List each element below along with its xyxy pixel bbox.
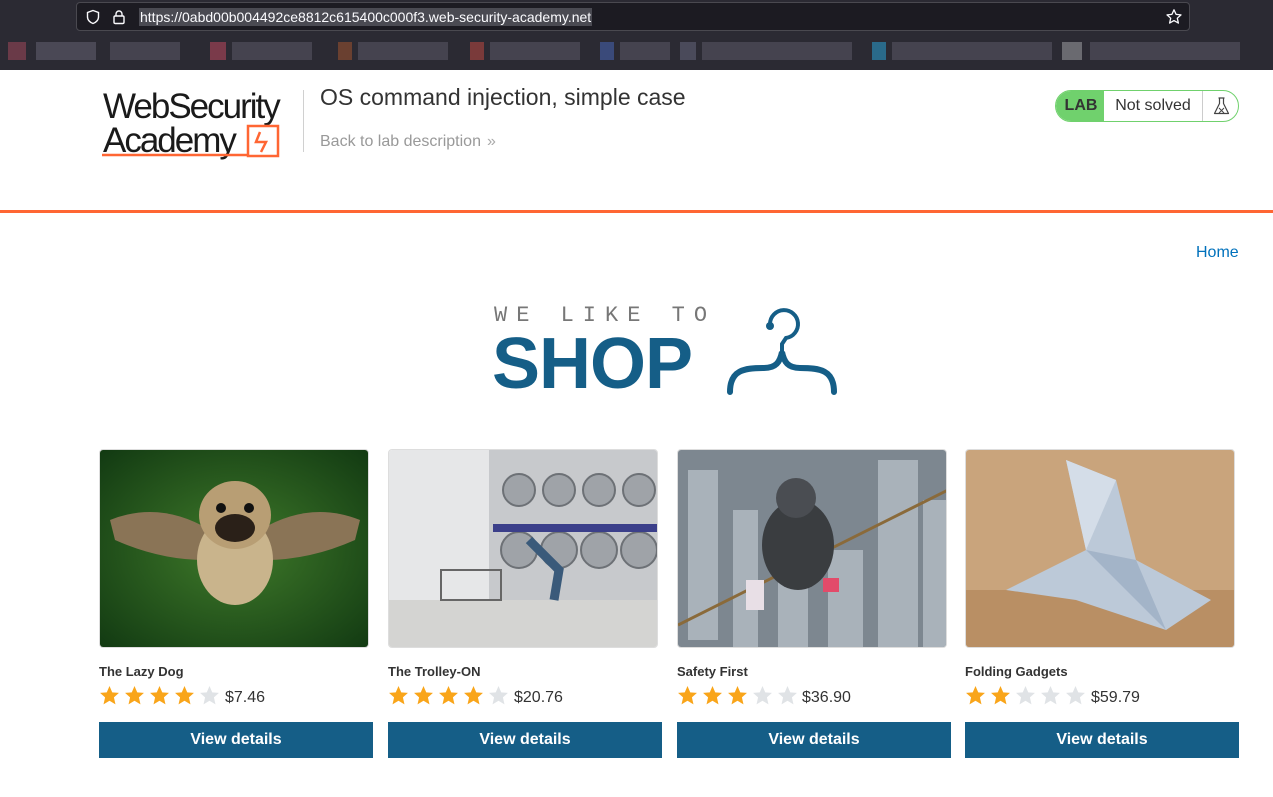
back-to-lab-description-link[interactable]: Back to lab description » xyxy=(320,133,496,151)
blurred-bookmark xyxy=(210,42,226,60)
logo-underline-mark xyxy=(102,124,280,158)
product-image-safety-first xyxy=(677,449,947,648)
blurred-bookmark xyxy=(1062,42,1082,60)
lab-status-text: Not solved xyxy=(1115,97,1191,114)
blurred-bookmark xyxy=(232,42,312,60)
blurred-bookmark xyxy=(8,42,26,60)
product-image-trolley-on xyxy=(388,449,658,648)
star-filled-icon xyxy=(464,686,483,705)
blurred-bookmark xyxy=(36,42,96,60)
star-filled-icon xyxy=(439,686,458,705)
clothes-hanger-icon xyxy=(727,308,837,395)
star-empty-icon xyxy=(753,686,772,705)
product-name: Folding Gadgets xyxy=(965,664,1068,679)
product-name: Safety First xyxy=(677,664,748,679)
lab-badge: LAB xyxy=(1056,91,1104,121)
blurred-bookmark xyxy=(110,42,180,60)
blurred-bookmark xyxy=(1090,42,1240,60)
lock-icon[interactable] xyxy=(111,9,127,25)
star-filled-icon xyxy=(389,686,408,705)
browser-chrome: https://0abd00b004492ce8812c615400c000f3… xyxy=(0,0,1273,70)
product-price: $20.76 xyxy=(514,689,563,706)
star-empty-icon xyxy=(778,686,797,705)
blurred-bookmark xyxy=(872,42,886,60)
star-filled-icon xyxy=(728,686,747,705)
blurred-bookmark xyxy=(490,42,580,60)
we-like-to-shop-banner: WE LIKE TO SHOP xyxy=(492,300,852,400)
blurred-bookmark xyxy=(600,42,614,60)
product-name: The Lazy Dog xyxy=(99,664,184,679)
product-price: $36.90 xyxy=(802,689,851,706)
star-filled-icon xyxy=(175,686,194,705)
url-text[interactable]: https://0abd00b004492ce8812c615400c000f3… xyxy=(139,8,593,26)
lab-status-widget: LAB Not solved xyxy=(1055,90,1239,122)
star-filled-icon xyxy=(150,686,169,705)
lab-title: OS command injection, simple case xyxy=(320,84,686,110)
product-price: $7.46 xyxy=(225,689,266,706)
star-empty-icon xyxy=(1066,686,1085,705)
rating-stars xyxy=(965,685,1090,707)
rating-stars xyxy=(99,685,224,707)
bookmark-star-icon[interactable] xyxy=(1165,8,1183,26)
product-image-lazy-dog xyxy=(99,449,369,648)
address-bar[interactable]: https://0abd00b004492ce8812c615400c000f3… xyxy=(76,2,1190,31)
rating-stars xyxy=(388,685,513,707)
logo-line-1: WebSecurity xyxy=(103,87,281,126)
double-chevron-right-icon: » xyxy=(486,133,496,150)
bookmarks-bar-blurred xyxy=(0,38,1273,64)
back-link-label: Back to lab description xyxy=(320,133,481,150)
blurred-bookmark xyxy=(338,42,352,60)
blurred-bookmark xyxy=(470,42,484,60)
view-details-button[interactable]: View details xyxy=(677,722,951,758)
lab-header: WebSecurity Academy OS command injection… xyxy=(0,70,1273,213)
blurred-bookmark xyxy=(680,42,696,60)
blurred-bookmark xyxy=(702,42,852,60)
product-name: The Trolley-ON xyxy=(388,664,481,679)
star-filled-icon xyxy=(100,686,119,705)
web-security-academy-logo[interactable]: WebSecurity Academy xyxy=(100,88,300,160)
view-details-button[interactable]: View details xyxy=(965,722,1239,758)
star-filled-icon xyxy=(678,686,697,705)
star-empty-icon xyxy=(200,686,219,705)
star-empty-icon xyxy=(489,686,508,705)
product-image-folding-gadgets xyxy=(965,449,1235,648)
flask-icon xyxy=(1202,91,1238,121)
blurred-bookmark xyxy=(620,42,670,60)
view-details-button[interactable]: View details xyxy=(99,722,373,758)
star-empty-icon xyxy=(1016,686,1035,705)
shield-icon[interactable] xyxy=(85,9,101,25)
blurred-bookmark xyxy=(358,42,448,60)
star-filled-icon xyxy=(703,686,722,705)
banner-headline: SHOP xyxy=(492,324,693,404)
rating-stars xyxy=(677,685,802,707)
star-filled-icon xyxy=(966,686,985,705)
star-filled-icon xyxy=(991,686,1010,705)
header-divider xyxy=(303,90,304,152)
star-filled-icon xyxy=(414,686,433,705)
blurred-bookmark xyxy=(892,42,1052,60)
product-price: $59.79 xyxy=(1091,689,1140,706)
star-empty-icon xyxy=(1041,686,1060,705)
home-link[interactable]: Home xyxy=(1196,244,1239,262)
view-details-button[interactable]: View details xyxy=(388,722,662,758)
star-filled-icon xyxy=(125,686,144,705)
